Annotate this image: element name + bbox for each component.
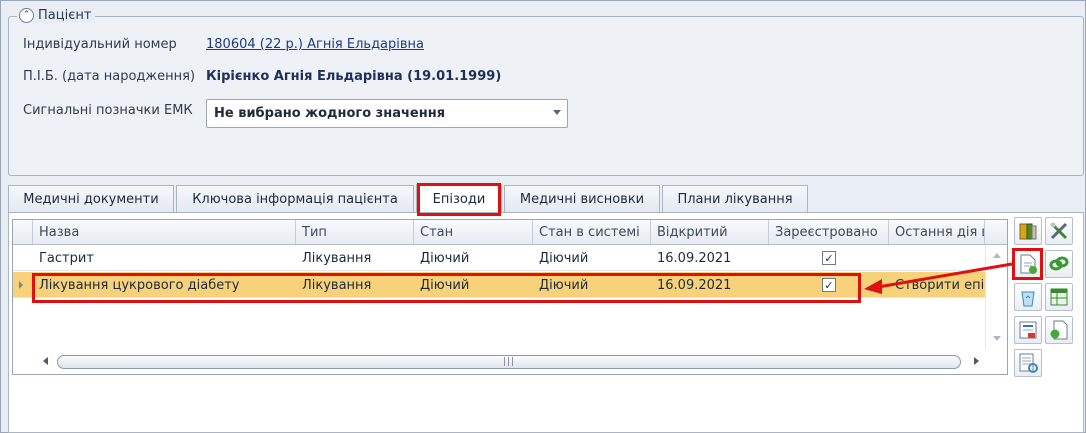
column-header-last-action[interactable]: Остання дія в <box>889 220 985 245</box>
cell-type: Лікування <box>302 250 372 266</box>
folder-icon <box>1019 223 1037 240</box>
tab-medical-conclusions[interactable]: Медичні висновки <box>504 185 660 213</box>
cell-name: Гастрит <box>39 250 94 266</box>
episodes-grid: Назва Тип Стан Стан в системі Відкритий … <box>12 219 1008 375</box>
name-label: П.І.Б. (дата народження) <box>23 69 196 84</box>
tab-label: Епізоди <box>432 192 486 207</box>
patient-name-value: Кірієнко Агнія Ельдарівна (19.01.1999) <box>206 69 502 84</box>
grid-header: Назва Тип Стан Стан в системі Відкритий … <box>13 220 1007 245</box>
cell-system-state: Діючий <box>539 250 589 266</box>
report-button[interactable] <box>1014 316 1042 344</box>
table-row-selected[interactable]: Лікування цукрового діабету Лікування Ді… <box>13 272 985 298</box>
tab-label: Медичні документи <box>23 192 159 207</box>
patient-group-legend: ⌃ Пацієнт <box>17 8 96 23</box>
refresh-list-button[interactable] <box>1014 349 1042 377</box>
new-document-icon <box>1020 254 1037 274</box>
tab-label: Медичні висновки <box>519 192 645 207</box>
column-header-state[interactable]: Стан <box>414 220 533 245</box>
column-header-registered[interactable]: Зареєстровано <box>769 220 889 245</box>
tab-treatment-plans[interactable]: Плани лікування <box>662 185 808 213</box>
registered-checkbox[interactable]: ✓ <box>822 251 836 265</box>
spreadsheet-icon <box>1050 288 1068 306</box>
cell-opened: 16.09.2021 <box>657 250 732 266</box>
link-button[interactable] <box>1045 250 1073 278</box>
cell-name: Лікування цукрового діабету <box>39 277 240 293</box>
scroll-left-icon[interactable] <box>43 357 48 365</box>
cell-state: Діючий <box>420 250 470 266</box>
tab-label: Плани лікування <box>677 192 793 207</box>
tools-icon <box>1050 222 1068 240</box>
tab-label: Ключова інформація пацієнта <box>192 192 398 207</box>
tab-key-info[interactable]: Ключова інформація пацієнта <box>176 185 414 213</box>
signals-dropdown[interactable]: Не вибрано жодного значення <box>206 99 568 128</box>
column-header-opened[interactable]: Відкритий <box>651 220 769 245</box>
annotation-arrow-icon <box>864 262 1013 294</box>
column-header-type[interactable]: Тип <box>296 220 414 245</box>
folder-button[interactable] <box>1014 217 1042 245</box>
chevron-down-icon[interactable] <box>553 110 561 115</box>
patient-group-title: Пацієнт <box>38 8 92 23</box>
cell-state: Діючий <box>420 277 470 293</box>
scroll-thumb[interactable]: ||| <box>57 355 961 369</box>
scroll-right-icon[interactable] <box>974 357 979 365</box>
link-icon <box>1049 256 1069 271</box>
cell-system-state: Діючий <box>539 277 589 293</box>
registered-checkbox[interactable]: ✓ <box>822 278 836 292</box>
cell-type: Лікування <box>302 277 372 293</box>
table-row[interactable]: Гастрит Лікування Діючий Діючий 16.09.20… <box>13 245 985 271</box>
signals-dropdown-value: Не вибрано жодного значення <box>214 106 446 121</box>
column-header-system-state[interactable]: Стан в системі <box>533 220 651 245</box>
patient-group: ⌃ Пацієнт Індивідуальний номер 180604 (2… <box>8 8 1084 176</box>
row-pointer-icon <box>19 281 23 289</box>
spreadsheet-button[interactable] <box>1045 283 1073 311</box>
report-icon <box>1019 321 1037 339</box>
cell-opened: 16.09.2021 <box>657 277 732 293</box>
export-document-button[interactable] <box>1045 316 1073 344</box>
tools-button[interactable] <box>1045 217 1073 245</box>
horizontal-scrollbar[interactable]: ||| <box>39 352 983 372</box>
export-document-icon <box>1050 320 1068 340</box>
id-label: Індивідуальний номер <box>23 37 177 52</box>
signals-label: Сигнальні позначки ЕМК <box>23 103 193 118</box>
tab-episodes[interactable]: Епізоди <box>416 184 502 214</box>
recycle-icon <box>1021 291 1035 307</box>
id-value-link[interactable]: 180604 (22 р.) Агнія Ельдарівна <box>206 37 424 52</box>
refresh-list-icon <box>1019 353 1038 373</box>
column-header-name[interactable]: Назва <box>33 220 296 245</box>
collapse-icon[interactable]: ⌃ <box>19 8 34 23</box>
header-indicator-cell <box>13 220 33 245</box>
scroll-down-icon[interactable] <box>993 336 1001 341</box>
tab-medical-documents[interactable]: Медичні документи <box>8 185 174 213</box>
